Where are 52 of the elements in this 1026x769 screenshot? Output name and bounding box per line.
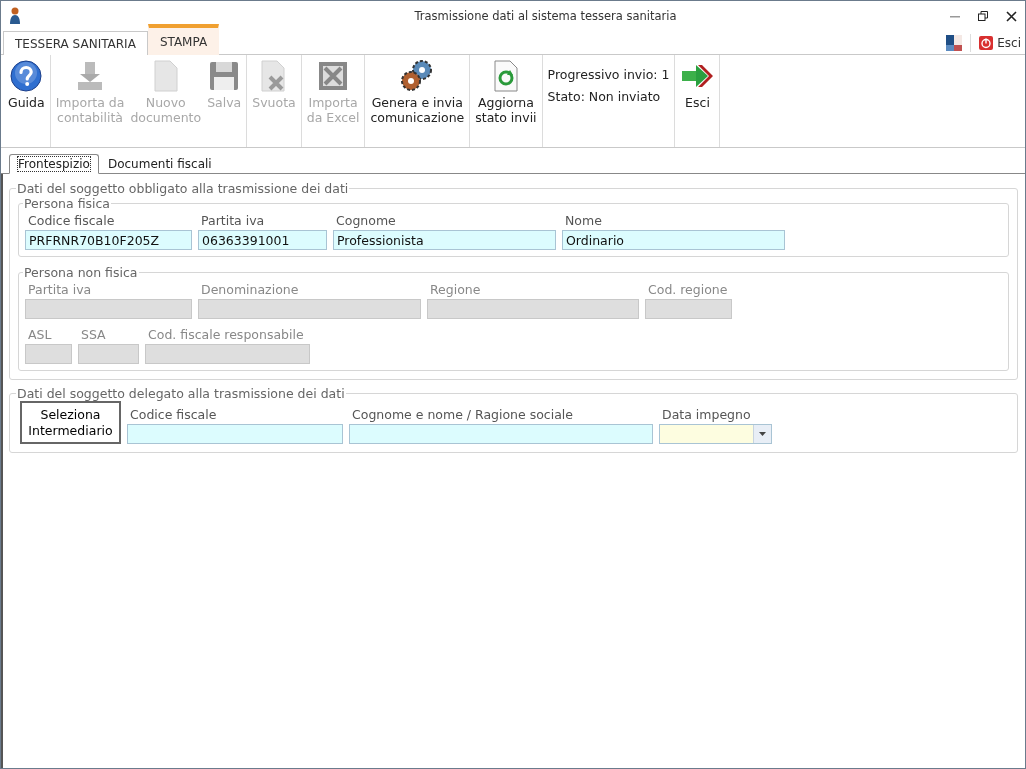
- section-title: Dati del soggetto obbligato alla trasmissione dei dati: [16, 181, 350, 196]
- input-field[interactable]: PRFRNR70B10F205Z: [25, 230, 192, 250]
- field-label: ASL: [27, 327, 53, 342]
- download-tray-icon: [76, 60, 105, 92]
- group-title: Persona fisica: [23, 196, 112, 211]
- date-field[interactable]: [659, 424, 772, 444]
- field-label: Cognome: [335, 213, 397, 228]
- field-label: Data impegno: [661, 407, 752, 422]
- input-field[interactable]: [127, 424, 343, 444]
- field-label: Cod. regione: [647, 282, 729, 297]
- exit-arrow-icon: [680, 64, 715, 88]
- input-field[interactable]: [349, 424, 653, 444]
- dropdown-caret-icon[interactable]: [759, 432, 766, 436]
- help-icon: [10, 60, 43, 92]
- document-x-icon: [260, 60, 288, 92]
- field-label: Partita iva: [200, 213, 266, 228]
- exit-link[interactable]: Esci: [979, 35, 1021, 50]
- toolbar-button[interactable]: Genera e invia comunicazione: [367, 59, 468, 147]
- gears-icon: [400, 59, 435, 93]
- close-icon[interactable]: [1006, 10, 1017, 22]
- document-tab[interactable]: Frontespizio: [9, 154, 99, 174]
- refresh-document-icon: [492, 60, 519, 92]
- status-text: Progressivo invio: 1: [547, 67, 670, 82]
- group-title: Persona non fisica: [23, 265, 139, 280]
- input-field[interactable]: 06363391001: [198, 230, 327, 250]
- field-label: Regione: [429, 282, 482, 297]
- field-label: Nome: [564, 213, 603, 228]
- document-icon: [152, 60, 179, 92]
- document-tab[interactable]: Documenti fiscali: [98, 154, 221, 174]
- toolbar-button[interactable]: Guida: [5, 59, 48, 147]
- restore-icon[interactable]: [978, 11, 988, 21]
- power-icon: [979, 35, 994, 50]
- input-field[interactable]: Ordinario: [562, 230, 785, 250]
- ribbon-tab[interactable]: STAMPA: [147, 24, 220, 55]
- ribbon-tab[interactable]: TESSERA SANITARIA: [3, 31, 148, 55]
- field-label: Codice fiscale: [27, 213, 116, 228]
- toolbar-button[interactable]: Aggiorna stato invii: [472, 59, 540, 147]
- field-label: Codice fiscale: [129, 407, 218, 422]
- field-label: Denominazione: [200, 282, 300, 297]
- field-label: SSA: [80, 327, 107, 342]
- field-label: Cod. fiscale responsabile: [147, 327, 305, 342]
- window-title: Trasmissione dati al sistema tessera sanitaria: [413, 9, 677, 23]
- input-field[interactable]: Professionista: [333, 230, 556, 250]
- spreadsheet-icon: [318, 61, 349, 91]
- status-text: Stato: Non inviato: [547, 89, 662, 104]
- flag-icon[interactable]: [946, 34, 963, 51]
- field-label: Cognome e nome / Ragione sociale: [351, 407, 575, 422]
- section-title: Dati del soggetto delegato alla trasmissione dei dati: [16, 386, 346, 401]
- field-label: Partita iva: [27, 282, 93, 297]
- app-person-icon: [9, 7, 21, 25]
- toolbar-button[interactable]: Esci: [677, 59, 718, 147]
- select-intermediary-button[interactable]: Seleziona Intermediario: [20, 401, 121, 444]
